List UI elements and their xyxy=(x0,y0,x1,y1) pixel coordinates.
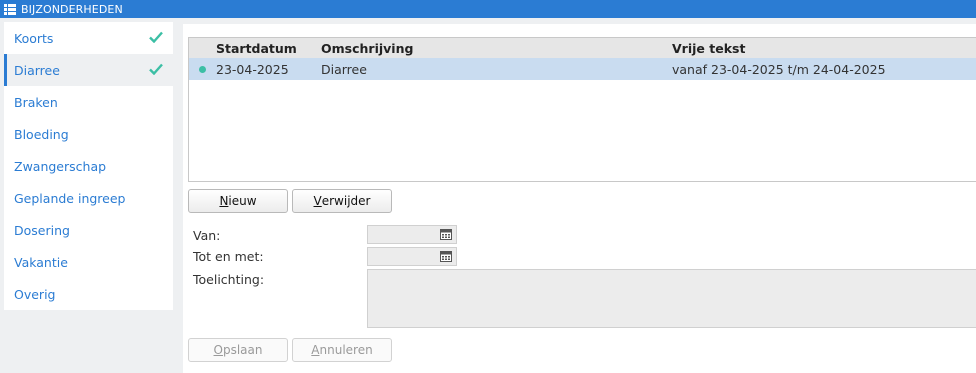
sidebar-item-label: Dosering xyxy=(14,222,70,238)
cell-omschrijving: Diarree xyxy=(321,61,367,77)
save-button-label: pslaan xyxy=(222,343,263,357)
new-button-mnemonic: N xyxy=(219,194,229,208)
cancel-button-label: nnuleren xyxy=(319,343,373,357)
window-title: BIJZONDERHEDEN xyxy=(21,2,123,16)
column-header-vrije-tekst[interactable]: Vrije tekst xyxy=(672,41,745,56)
cell-startdatum: 23-04-2025 xyxy=(216,61,289,77)
cancel-button-mnemonic: A xyxy=(311,343,320,357)
sidebar-item-label: Geplande ingreep xyxy=(14,190,126,206)
cancel-button[interactable]: Annuleren xyxy=(292,338,392,362)
list-icon xyxy=(4,3,16,15)
sidebar: Koorts Diarree Braken Bloeding Zwangersc… xyxy=(4,22,173,310)
sidebar-item-diarree[interactable]: Diarree xyxy=(4,54,173,86)
sidebar-item-label: Vakantie xyxy=(14,254,68,270)
cell-vrije-tekst: vanaf 23-04-2025 t/m 24-04-2025 xyxy=(672,61,886,77)
new-button-label: ieuw xyxy=(228,194,257,208)
sidebar-item-bloeding[interactable]: Bloeding xyxy=(4,118,173,150)
new-button[interactable]: Nieuw xyxy=(188,189,288,213)
toelichting-textarea[interactable] xyxy=(367,269,976,328)
calendar-icon[interactable] xyxy=(440,229,452,240)
sidebar-item-geplande-ingreep[interactable]: Geplande ingreep xyxy=(4,182,173,214)
grid-header: Startdatum Omschrijving Vrije tekst xyxy=(189,38,976,58)
sidebar-item-overig[interactable]: Overig xyxy=(4,278,173,310)
status-dot-icon xyxy=(199,66,206,73)
records-grid: Startdatum Omschrijving Vrije tekst 23-0… xyxy=(188,37,976,182)
check-icon xyxy=(149,31,163,43)
sidebar-item-label: Diarree xyxy=(14,62,60,78)
column-header-omschrijving[interactable]: Omschrijving xyxy=(321,41,413,56)
check-icon xyxy=(149,63,163,75)
van-label: Van: xyxy=(193,228,221,243)
tot-en-met-label: Tot en met: xyxy=(193,249,264,264)
sidebar-item-label: Braken xyxy=(14,94,58,110)
sidebar-item-braken[interactable]: Braken xyxy=(4,86,173,118)
sidebar-item-label: Koorts xyxy=(14,30,54,46)
sidebar-item-zwangerschap[interactable]: Zwangerschap xyxy=(4,150,173,182)
title-bar: BIJZONDERHEDEN xyxy=(0,0,976,18)
table-row[interactable]: 23-04-2025 Diarree vanaf 23-04-2025 t/m … xyxy=(189,58,976,80)
delete-button-mnemonic: V xyxy=(313,194,322,208)
calendar-icon[interactable] xyxy=(440,251,452,262)
sidebar-item-label: Overig xyxy=(14,286,56,302)
delete-button[interactable]: Verwijder xyxy=(292,189,392,213)
toelichting-label: Toelichting: xyxy=(193,272,265,287)
detail-panel: Startdatum Omschrijving Vrije tekst 23-0… xyxy=(183,24,976,373)
tot-en-met-date-field[interactable] xyxy=(367,247,457,266)
sidebar-item-label: Zwangerschap xyxy=(14,158,107,174)
sidebar-item-label: Bloeding xyxy=(14,126,69,142)
sidebar-item-dosering[interactable]: Dosering xyxy=(4,214,173,246)
column-header-startdatum[interactable]: Startdatum xyxy=(216,41,297,56)
sidebar-item-koorts[interactable]: Koorts xyxy=(4,22,173,54)
save-button-mnemonic: O xyxy=(213,343,223,357)
save-button[interactable]: Opslaan xyxy=(188,338,288,362)
sidebar-item-vakantie[interactable]: Vakantie xyxy=(4,246,173,278)
content-area: Koorts Diarree Braken Bloeding Zwangersc… xyxy=(0,18,976,373)
van-date-field[interactable] xyxy=(367,225,457,244)
delete-button-label: erwijder xyxy=(321,194,371,208)
